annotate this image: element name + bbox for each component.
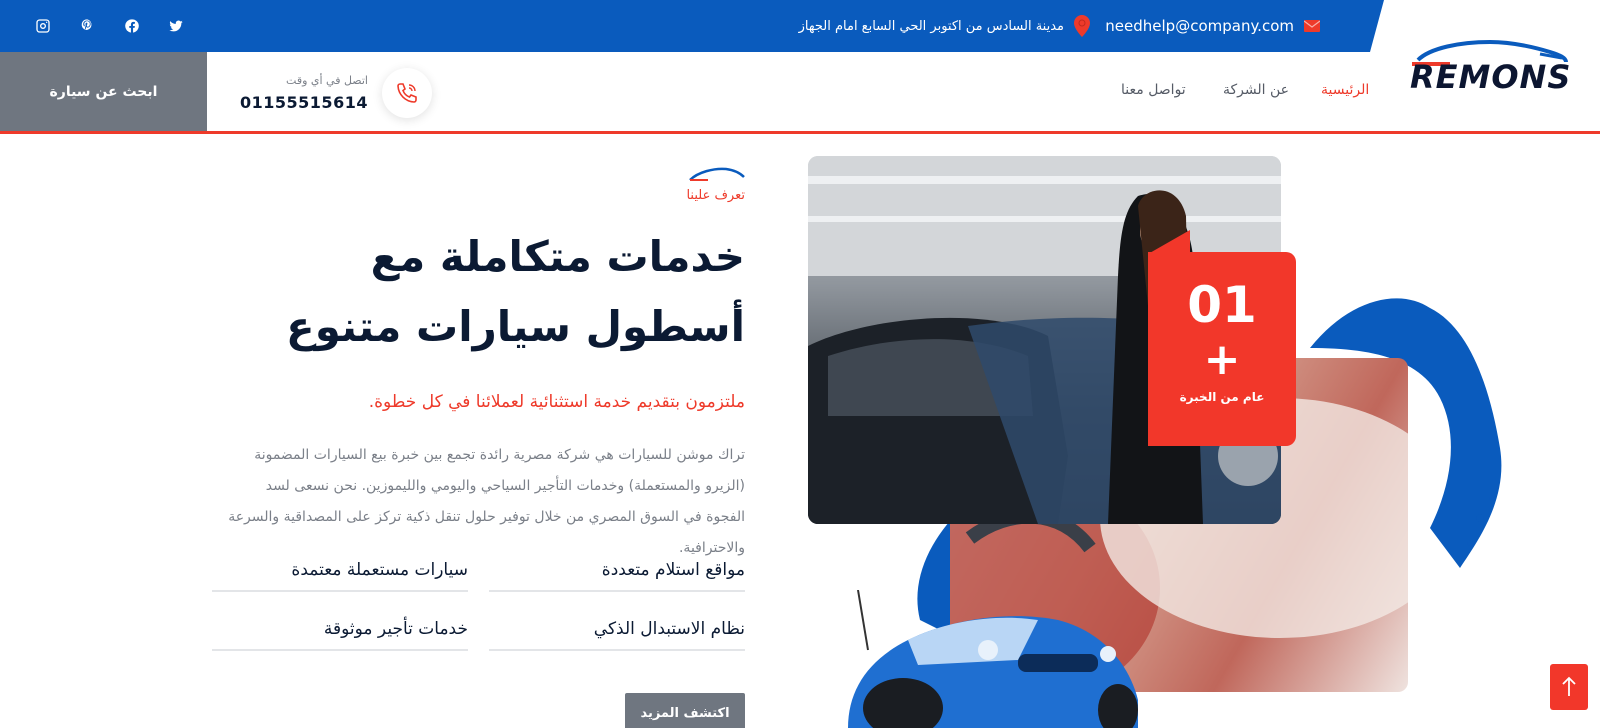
location-pin-icon	[1074, 15, 1090, 37]
experience-label: عام من الخبرة	[1179, 390, 1265, 404]
twitter-icon[interactable]	[164, 14, 188, 38]
blue-sports-car-image	[848, 590, 1138, 728]
scroll-to-top-button[interactable]	[1550, 664, 1588, 710]
experience-number: 01	[1187, 276, 1257, 334]
experience-badge: 01 + عام من الخبرة	[1148, 252, 1296, 446]
brand-logo[interactable]: REMONS	[1410, 38, 1570, 98]
experience-plus: +	[1203, 334, 1241, 385]
section-eyebrow: تعرف علينا	[686, 188, 745, 203]
title-line-1: خدمات متكاملة مع	[370, 232, 745, 281]
phone-number[interactable]: 01155515614	[240, 93, 368, 112]
feature-item-smart-exchange: نظام الاستبدال الذكي	[489, 619, 745, 651]
search-car-button[interactable]: ابحث عن سيارة	[0, 52, 207, 131]
feature-item-pickup-locations: مواقع استلام متعددة	[489, 560, 745, 592]
section-subtitle: ملتزمون بتقديم خدمة استثنائية لعملائنا ف…	[368, 392, 745, 412]
discover-more-button[interactable]: اكتشف المزيد	[625, 693, 745, 728]
logo-text: REMONS	[1410, 58, 1572, 96]
address-contact: مدينة السادس من اكتوبر الحي السابع امام …	[799, 0, 1090, 52]
nav-about[interactable]: عن الشركة	[1223, 82, 1289, 98]
address-text: مدينة السادس من اكتوبر الحي السابع امام …	[798, 18, 1064, 34]
call-block[interactable]: اتصل في أي وقت 01155515614	[240, 68, 432, 118]
header-divider	[0, 131, 1600, 134]
title-line-2: أسطول سيارات متنوع	[286, 302, 745, 351]
feature-item-trusted-rental: خدمات تأجير موثوقة	[212, 619, 468, 651]
email-text[interactable]: needhelp@company.com	[1105, 17, 1294, 35]
nav-home[interactable]: الرئيسية	[1321, 82, 1369, 98]
car-outline-icon	[689, 167, 745, 181]
facebook-icon[interactable]	[120, 14, 144, 38]
section-description: تراك موشن للسيارات هي شركة مصرية رائدة ت…	[228, 447, 745, 556]
call-label: اتصل في أي وقت	[286, 74, 368, 87]
pinterest-icon[interactable]	[75, 14, 99, 38]
nav-contact[interactable]: تواصل معنا	[1121, 82, 1186, 98]
envelope-icon	[1304, 20, 1320, 32]
arrow-up-icon	[1562, 676, 1576, 696]
section-title: خدمات متكاملة مع أسطول سيارات متنوع	[125, 222, 745, 362]
instagram-icon[interactable]	[31, 14, 55, 38]
feature-item-certified-used: سيارات مستعملة معتمدة	[212, 560, 468, 592]
email-contact[interactable]: needhelp@company.com	[1105, 0, 1320, 52]
phone-icon[interactable]	[381, 68, 432, 118]
